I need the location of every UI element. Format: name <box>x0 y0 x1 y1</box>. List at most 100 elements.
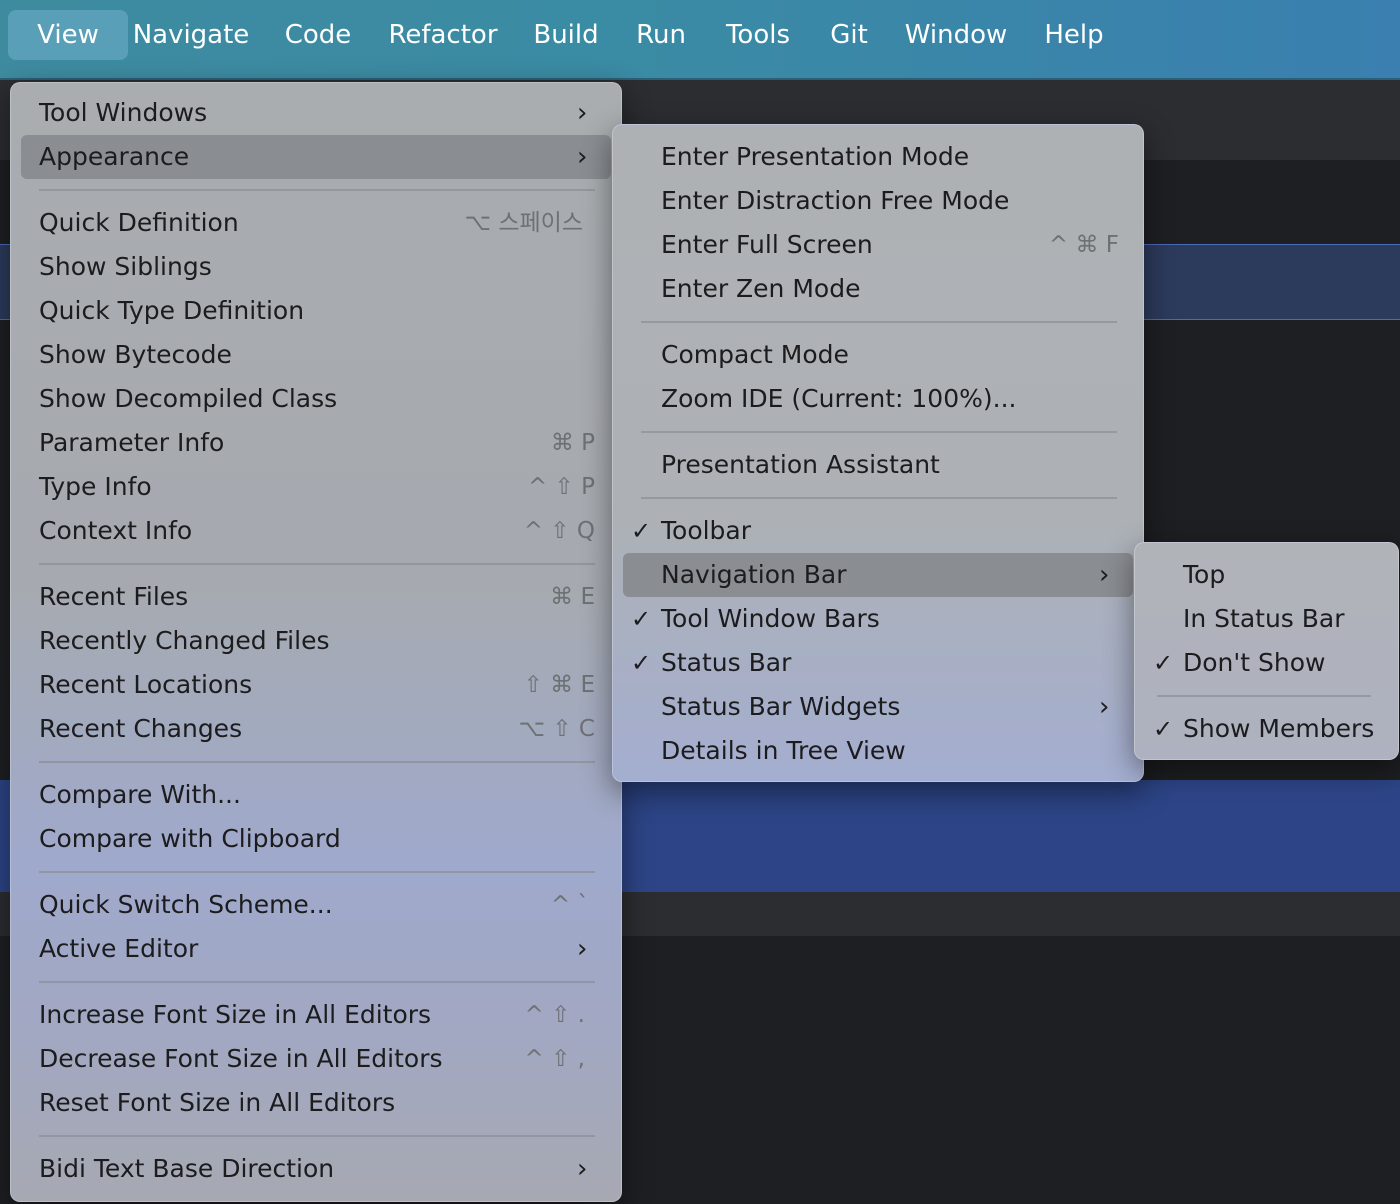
chevron-right-icon: › <box>1099 692 1110 722</box>
menu-item-label: Bidi Text Base Direction <box>39 1154 335 1183</box>
menu-item-quick-switch-scheme[interactable]: Quick Switch Scheme... ^ ` <box>11 883 621 927</box>
menu-item-show-siblings[interactable]: Show Siblings <box>11 245 621 289</box>
checkmark-icon: ✓ <box>1153 715 1174 743</box>
menu-item-label: Zoom IDE (Current: 100%)... <box>661 384 1017 413</box>
view-menu: Tool Windows › Appearance › Quick Defini… <box>10 82 622 1202</box>
menu-item-label: In Status Bar <box>1183 604 1345 633</box>
menu-tools[interactable]: Tools <box>714 10 802 60</box>
menu-item-active-editor[interactable]: Active Editor › <box>11 927 621 971</box>
menu-item-presentation-mode[interactable]: Enter Presentation Mode <box>613 135 1143 179</box>
menu-item-tool-window-bars[interactable]: ✓ Tool Window Bars <box>613 597 1143 641</box>
menu-item-distraction-free[interactable]: Enter Distraction Free Mode <box>613 179 1143 223</box>
menu-item-dont-show[interactable]: ✓ Don't Show <box>1135 641 1398 685</box>
chevron-right-icon: › <box>577 1154 588 1184</box>
menu-item-label: Status Bar Widgets <box>661 692 901 721</box>
menu-build[interactable]: Build <box>524 10 608 60</box>
menu-item-label: Quick Type Definition <box>39 296 305 325</box>
menu-item-compact-mode[interactable]: Compact Mode <box>613 333 1143 377</box>
menu-item-recently-changed-files[interactable]: Recently Changed Files <box>11 619 621 663</box>
menu-separator <box>39 1135 595 1137</box>
menu-item-type-info[interactable]: Type Info ^ ⇧ P <box>11 465 621 509</box>
menu-item-recent-locations[interactable]: Recent Locations ⇧ ⌘ E <box>11 663 621 707</box>
menu-item-status-bar-widgets[interactable]: Status Bar Widgets › <box>613 685 1143 729</box>
menu-item-tool-windows[interactable]: Tool Windows › <box>11 91 621 135</box>
menu-item-label: Enter Presentation Mode <box>661 142 970 171</box>
menu-item-reset-font[interactable]: Reset Font Size in All Editors <box>11 1081 621 1125</box>
menu-item-full-screen[interactable]: Enter Full Screen ^ ⌘ F <box>613 223 1143 267</box>
shortcut-label: ^ ⇧ P <box>527 474 595 500</box>
menu-item-zoom-ide[interactable]: Zoom IDE (Current: 100%)... <box>613 377 1143 421</box>
menu-item-label: Reset Font Size in All Editors <box>39 1088 396 1117</box>
menu-item-show-members[interactable]: ✓ Show Members <box>1135 707 1398 751</box>
shortcut-label: ⇧ ⌘ E <box>523 672 595 698</box>
menu-item-increase-font[interactable]: Increase Font Size in All Editors ^ ⇧ . <box>11 993 621 1037</box>
menu-item-label: Tool Window Bars <box>661 604 880 633</box>
shortcut-label: ^ ⇧ Q <box>523 518 595 544</box>
menu-run[interactable]: Run <box>626 10 696 60</box>
menu-item-label: Compare with Clipboard <box>39 824 341 853</box>
shortcut-label: ^ ⇧ , <box>524 1046 585 1072</box>
menu-code[interactable]: Code <box>272 10 364 60</box>
menu-separator <box>1157 695 1371 697</box>
menu-item-zen-mode[interactable]: Enter Zen Mode <box>613 267 1143 311</box>
menu-item-label: Parameter Info <box>39 428 225 457</box>
menu-item-label: Appearance <box>39 142 190 171</box>
menu-item-appearance[interactable]: Appearance › <box>21 135 611 179</box>
menu-item-quick-type-definition[interactable]: Quick Type Definition <box>11 289 621 333</box>
menu-item-show-decompiled-class[interactable]: Show Decompiled Class <box>11 377 621 421</box>
menu-item-in-status-bar[interactable]: In Status Bar <box>1135 597 1398 641</box>
menu-item-top[interactable]: Top <box>1135 553 1398 597</box>
menu-item-compare-with-clipboard[interactable]: Compare with Clipboard <box>11 817 621 861</box>
menu-item-label: Enter Full Screen <box>661 230 873 259</box>
menu-window[interactable]: Window <box>896 10 1016 60</box>
menu-navigate[interactable]: Navigate <box>130 10 252 60</box>
navigation-bar-submenu: Top In Status Bar ✓ Don't Show ✓ Show Me… <box>1134 542 1399 760</box>
menu-item-label: Navigation Bar <box>661 560 847 589</box>
menu-item-label: Decrease Font Size in All Editors <box>39 1044 443 1073</box>
menu-item-status-bar[interactable]: ✓ Status Bar <box>613 641 1143 685</box>
menu-item-label: Context Info <box>39 516 193 545</box>
menu-item-label: Recent Changes <box>39 714 243 743</box>
menu-item-navigation-bar[interactable]: Navigation Bar › <box>623 553 1133 597</box>
menu-item-compare-with[interactable]: Compare With... <box>11 773 621 817</box>
menu-item-label: Top <box>1183 560 1226 589</box>
chevron-right-icon: › <box>577 98 588 128</box>
menu-item-toolbar[interactable]: ✓ Toolbar <box>613 509 1143 553</box>
shortcut-label: ⌥ ⇧ C <box>518 716 595 742</box>
menu-item-details-in-tree-view[interactable]: Details in Tree View <box>613 729 1143 773</box>
menu-bar: View Navigate Code Refactor Build Run To… <box>0 0 1400 80</box>
chevron-right-icon: › <box>1099 560 1110 590</box>
menu-item-recent-files[interactable]: Recent Files ⌘ E <box>11 575 621 619</box>
menu-item-label: Enter Zen Mode <box>661 274 861 303</box>
menu-item-label: Recently Changed Files <box>39 626 330 655</box>
menu-item-show-bytecode[interactable]: Show Bytecode <box>11 333 621 377</box>
menu-item-recent-changes[interactable]: Recent Changes ⌥ ⇧ C <box>11 707 621 751</box>
menu-separator <box>39 981 595 983</box>
menu-item-label: Show Members <box>1183 714 1375 743</box>
menu-item-parameter-info[interactable]: Parameter Info ⌘ P <box>11 421 621 465</box>
appearance-submenu: Enter Presentation Mode Enter Distractio… <box>612 124 1144 782</box>
menu-git[interactable]: Git <box>822 10 876 60</box>
menu-item-label: Status Bar <box>661 648 792 677</box>
checkmark-icon: ✓ <box>631 649 652 677</box>
menu-help[interactable]: Help <box>1034 10 1114 60</box>
menu-item-label: Show Siblings <box>39 252 212 281</box>
menu-separator <box>641 497 1117 499</box>
menu-item-presentation-assistant[interactable]: Presentation Assistant <box>613 443 1143 487</box>
shortcut-label: ⌘ E <box>550 584 595 610</box>
menu-item-quick-definition[interactable]: Quick Definition ⌥ 스페이스 <box>11 201 621 245</box>
menu-item-label: Quick Definition <box>39 208 239 237</box>
menu-refactor[interactable]: Refactor <box>380 10 506 60</box>
menu-separator <box>641 431 1117 433</box>
menu-separator <box>39 189 595 191</box>
chevron-right-icon: › <box>577 142 588 172</box>
menu-separator <box>39 871 595 873</box>
menu-item-label: Enter Distraction Free Mode <box>661 186 1010 215</box>
shortcut-label: ⌥ 스페이스 <box>464 210 583 236</box>
menu-item-decrease-font[interactable]: Decrease Font Size in All Editors ^ ⇧ , <box>11 1037 621 1081</box>
menu-item-label: Quick Switch Scheme... <box>39 890 333 919</box>
menu-item-context-info[interactable]: Context Info ^ ⇧ Q <box>11 509 621 553</box>
menu-item-label: Recent Locations <box>39 670 253 699</box>
menu-item-bidi[interactable]: Bidi Text Base Direction › <box>11 1147 621 1191</box>
menu-view[interactable]: View <box>8 10 128 60</box>
